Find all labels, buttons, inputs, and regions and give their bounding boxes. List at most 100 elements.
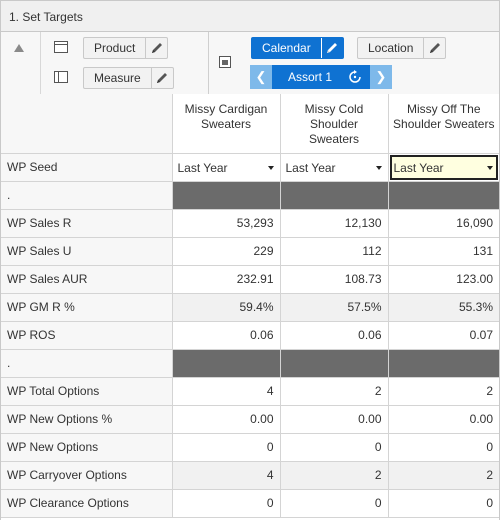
location-dimension-pill[interactable]: Location — [357, 37, 447, 59]
row-header: WP GM R % — [1, 293, 173, 322]
table-cell[interactable]: 131 — [388, 237, 499, 266]
collapse-toolbar-button[interactable] — [1, 32, 41, 94]
table-cell[interactable]: 2 — [388, 461, 499, 490]
collapse-triangle-icon — [14, 44, 24, 52]
table-cell[interactable]: 2 — [388, 377, 499, 406]
measure-dimension-pill[interactable]: Measure — [83, 67, 174, 89]
table-row: WP ROS 0.06 0.06 0.07 — [1, 321, 499, 350]
product-label: Product — [94, 41, 136, 55]
table-cell[interactable]: 108.73 — [280, 265, 389, 294]
data-grid: Missy Cardigan Sweaters Missy Cold Shoul… — [0, 94, 500, 520]
dropdown-value: Last Year — [177, 160, 228, 175]
row-header: WP Clearance Options — [1, 489, 173, 518]
separator-row: . — [1, 349, 499, 378]
separator-cell — [388, 181, 499, 210]
table-cell[interactable]: 57.5% — [280, 293, 389, 322]
column-header[interactable]: Missy Cardigan Sweaters — [172, 94, 281, 154]
separator-row: . — [1, 181, 499, 210]
table-cell[interactable]: 0 — [172, 489, 281, 518]
table-cell[interactable]: 0.07 — [388, 321, 499, 350]
table-cell[interactable]: 0 — [280, 433, 389, 462]
product-edit-button[interactable] — [145, 38, 167, 58]
next-assortment-button[interactable]: ❯ — [370, 65, 392, 89]
separator-cell — [280, 181, 389, 210]
previous-assortment-button[interactable]: ❮ — [250, 65, 272, 89]
seed-dropdown-selected[interactable]: Last Year — [388, 153, 499, 182]
assortment-selector[interactable]: Assort 1 — [272, 65, 370, 89]
column-dimension-icon — [54, 71, 68, 83]
location-label: Location — [368, 41, 414, 55]
table-row: WP Carryover Options 4 2 2 — [1, 461, 499, 490]
table-cell[interactable]: 0.06 — [172, 321, 281, 350]
row-header: WP New Options % — [1, 405, 173, 434]
table-cell[interactable]: 123.00 — [388, 265, 499, 294]
dropdown-arrow-icon — [487, 165, 493, 170]
page-dimension-icon — [219, 56, 231, 68]
pencil-icon — [151, 43, 162, 53]
row-header: WP New Options — [1, 433, 173, 462]
dropdown-value: Last Year — [393, 160, 444, 175]
column-header[interactable]: Missy Off The Shoulder Sweaters — [388, 94, 499, 154]
measure-edit-button[interactable] — [150, 68, 173, 88]
table-cell[interactable]: 0.00 — [388, 405, 499, 434]
table-row: WP Sales R 53,293 12,130 16,090 — [1, 209, 499, 238]
product-dimension-pill[interactable]: Product — [83, 37, 169, 59]
separator-cell — [280, 349, 389, 378]
table-cell[interactable]: 4 — [172, 461, 281, 490]
column-header-row: Missy Cardigan Sweaters Missy Cold Shoul… — [1, 94, 499, 154]
row-header: WP Sales U — [1, 237, 173, 266]
table-cell[interactable]: 55.3% — [388, 293, 499, 322]
row-header: WP Carryover Options — [1, 461, 173, 490]
table-cell[interactable]: 229 — [172, 237, 281, 266]
table-cell[interactable]: 0 — [280, 489, 389, 518]
table-row: WP Sales U 229 112 131 — [1, 237, 499, 266]
dropdown-arrow-icon — [375, 165, 382, 170]
table-cell[interactable]: 0 — [172, 433, 281, 462]
assortment-navigator: ❮ Assort 1 ❯ — [250, 65, 392, 89]
table-row: WP Total Options 4 2 2 — [1, 377, 499, 406]
calendar-dimension-pill[interactable]: Calendar — [251, 37, 344, 59]
calendar-edit-button[interactable] — [320, 38, 343, 58]
pencil-icon — [429, 43, 440, 53]
table-cell[interactable]: 4 — [172, 377, 281, 406]
table-cell[interactable]: 59.4% — [172, 293, 281, 322]
table-cell[interactable]: 112 — [280, 237, 389, 266]
separator-cell — [172, 349, 281, 378]
row-header: WP Sales R — [1, 209, 173, 238]
seed-dropdown[interactable]: Last Year — [172, 153, 281, 182]
column-header[interactable]: Missy Cold Shoulder Sweaters — [280, 94, 389, 154]
row-header: . — [1, 349, 173, 378]
table-cell[interactable]: 0.06 — [280, 321, 389, 350]
table-cell[interactable]: 0 — [388, 433, 499, 462]
table-row: WP New Options 0 0 0 — [1, 433, 499, 462]
table-cell[interactable]: 0.00 — [280, 405, 389, 434]
grid-table: Missy Cardigan Sweaters Missy Cold Shoul… — [1, 94, 499, 518]
reset-icon[interactable] — [348, 70, 362, 84]
row-dimension-icon — [54, 41, 68, 53]
table-cell[interactable]: 12,130 — [280, 209, 389, 238]
toolbar-divider — [208, 32, 209, 94]
row-header: . — [1, 181, 173, 210]
table-cell[interactable]: 0 — [388, 489, 499, 518]
table-cell[interactable]: 232.91 — [172, 265, 281, 294]
location-edit-button[interactable] — [423, 38, 445, 58]
table-row: WP GM R % 59.4% 57.5% 55.3% — [1, 293, 499, 322]
table-cell[interactable]: 2 — [280, 377, 389, 406]
row-header: WP Total Options — [1, 377, 173, 406]
table-cell[interactable]: 16,090 — [388, 209, 499, 238]
grid-corner — [1, 94, 173, 154]
separator-cell — [388, 349, 499, 378]
pencil-icon — [157, 73, 168, 83]
seed-dropdown[interactable]: Last Year — [280, 153, 389, 182]
pencil-icon — [327, 43, 338, 53]
table-cell[interactable]: 0.00 — [172, 405, 281, 434]
table-row: WP New Options % 0.00 0.00 0.00 — [1, 405, 499, 434]
table-cell[interactable]: 53,293 — [172, 209, 281, 238]
assortment-label: Assort 1 — [288, 70, 333, 84]
table-cell[interactable]: 2 — [280, 461, 389, 490]
dropdown-arrow-icon — [267, 165, 274, 170]
row-header: WP Sales AUR — [1, 265, 173, 294]
table-row: WP Sales AUR 232.91 108.73 123.00 — [1, 265, 499, 294]
view-title: 1. Set Targets — [9, 10, 83, 24]
dropdown-value: Last Year — [285, 160, 336, 175]
